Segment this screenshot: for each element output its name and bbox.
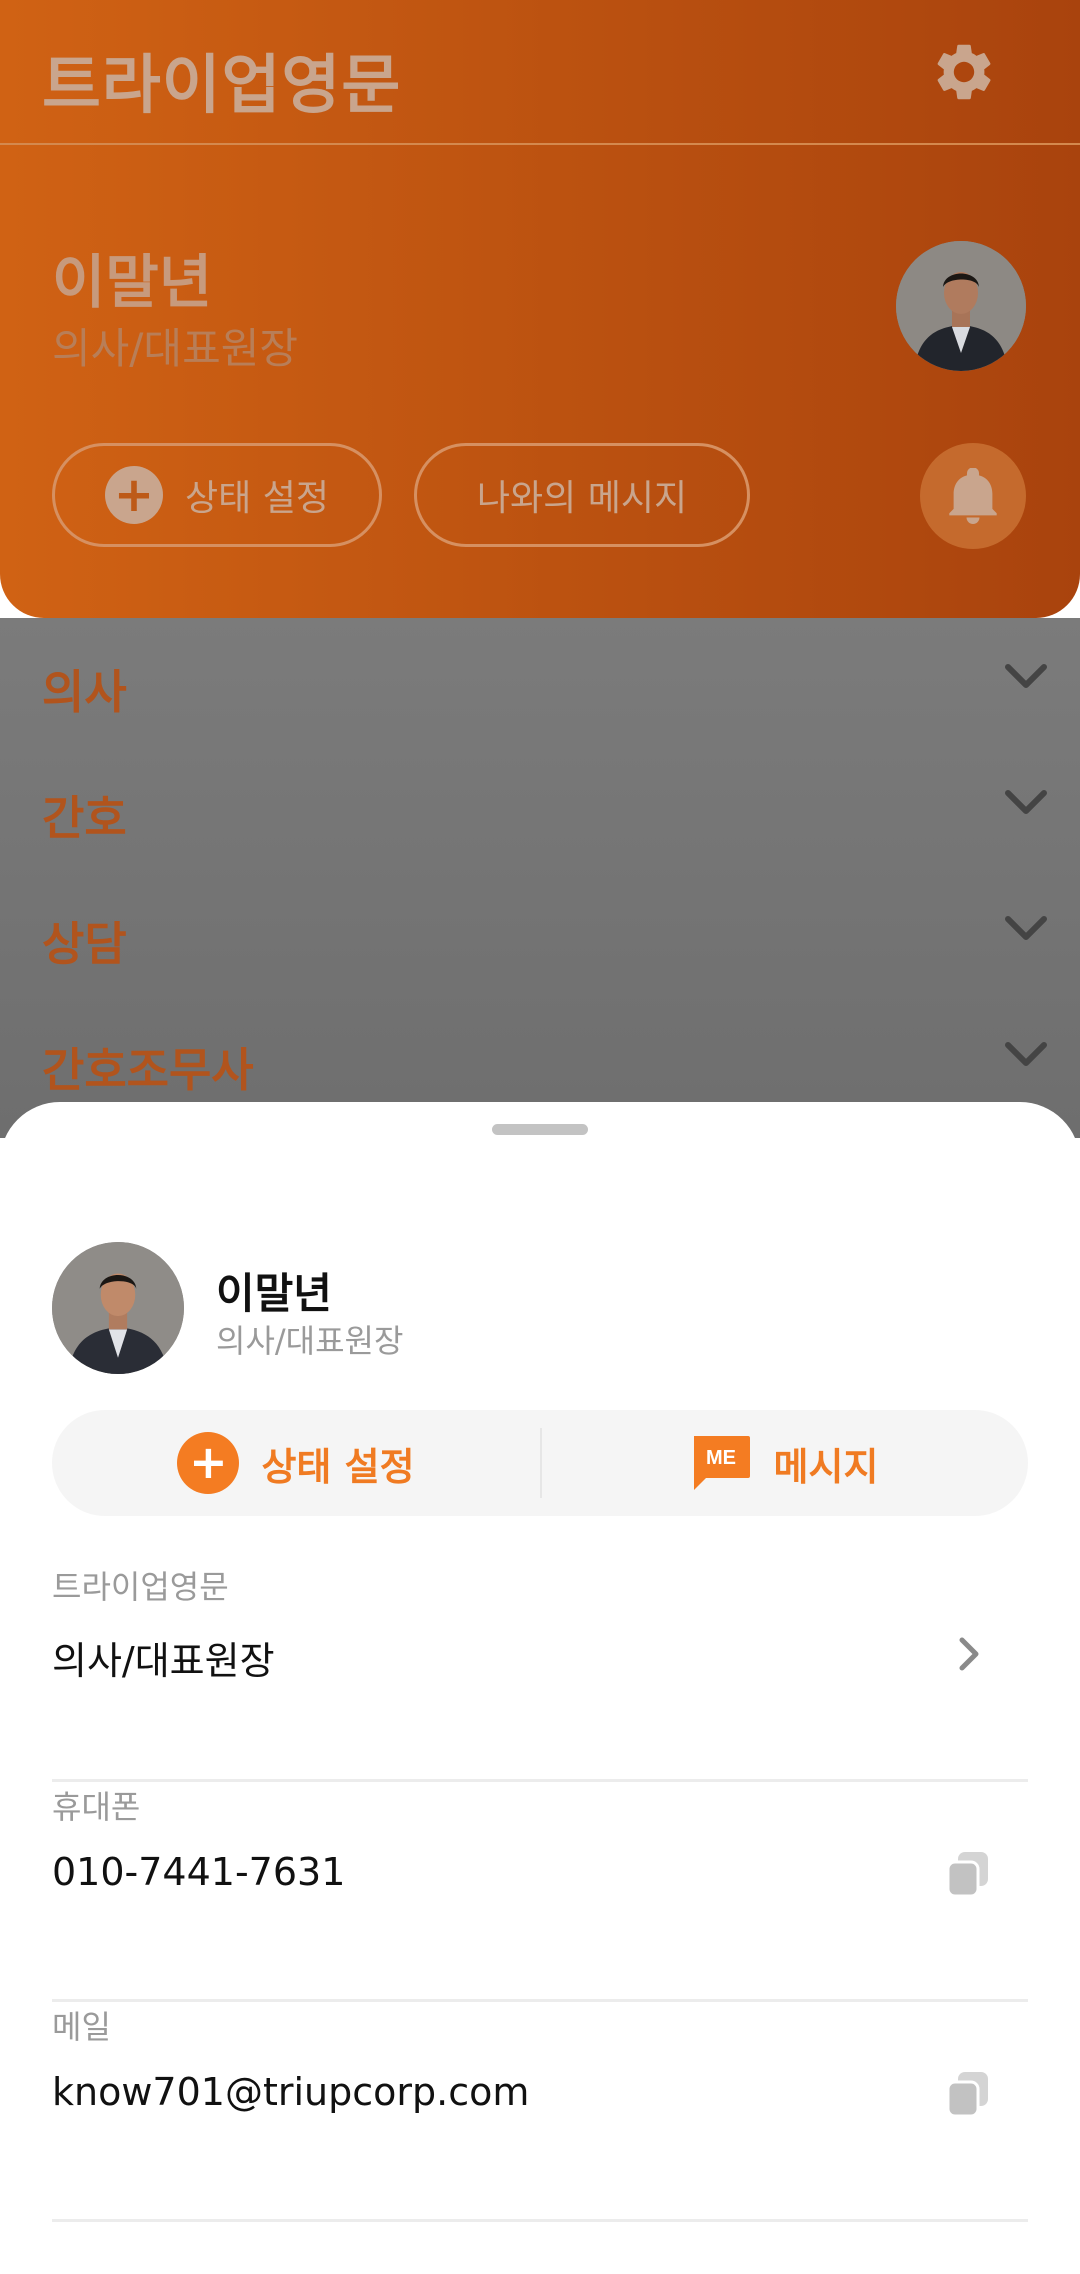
- chevron-down-icon: [1005, 790, 1047, 814]
- group-label: 간호조무사: [42, 1043, 254, 1097]
- sheet-role: 의사/대표원장: [216, 1322, 404, 1360]
- profile-avatar[interactable]: [896, 241, 1026, 371]
- phone-field: 휴대폰 010-7441-7631: [52, 1782, 1028, 2002]
- my-profile-card: 이말년 의사/대표원장 + 상태 설정 나와의 메시지: [0, 145, 1080, 618]
- sheet-action-bar: + 상태 설정 ME 메시지: [52, 1410, 1028, 1516]
- plus-icon: +: [105, 466, 164, 524]
- plus-icon: +: [177, 1432, 240, 1494]
- app-bar: 트라이업영문: [0, 0, 1080, 145]
- me-icon-text: ME: [706, 1447, 736, 1469]
- app-title: 트라이업영문: [42, 49, 402, 123]
- status-setting-button[interactable]: + 상태 설정: [52, 1410, 540, 1516]
- field-label: 메일: [52, 2008, 111, 2046]
- email-field: 메일 know701@triupcorp.com: [52, 2002, 1028, 2222]
- gear-icon[interactable]: [930, 38, 998, 106]
- status-setting-label: 상태 설정: [185, 478, 329, 519]
- group-row[interactable]: 상담: [0, 870, 1080, 996]
- group-label: 상담: [42, 917, 127, 971]
- profile-bottom-sheet: 이말년 의사/대표원장 + 상태 설정 ME 메시지 트라이업영문 의사/대표원…: [0, 1102, 1080, 2274]
- status-setting-label: 상태 설정: [261, 1444, 415, 1489]
- field-label: 휴대폰: [52, 1788, 141, 1826]
- profile-name: 이말년: [52, 248, 213, 316]
- profile-role: 의사/대표원장: [52, 324, 298, 373]
- copy-icon[interactable]: [940, 2066, 996, 2122]
- bell-icon: [949, 468, 997, 524]
- field-value: 의사/대표원장: [52, 1639, 275, 1683]
- chevron-down-icon: [1005, 1042, 1047, 1066]
- sheet-name: 이말년: [216, 1269, 332, 1318]
- my-message-button[interactable]: 나와의 메시지: [414, 443, 750, 547]
- sheet-drag-handle[interactable]: [492, 1124, 588, 1135]
- group-list: 의사 간호 상담 간호조무사: [0, 618, 1080, 1138]
- chevron-down-icon: [1005, 916, 1047, 940]
- copy-icon[interactable]: [940, 1846, 996, 1902]
- sheet-avatar[interactable]: [52, 1242, 184, 1374]
- message-button[interactable]: ME 메시지: [540, 1410, 1028, 1516]
- status-setting-button[interactable]: + 상태 설정: [52, 443, 382, 547]
- organization-field[interactable]: 트라이업영문 의사/대표원장: [52, 1562, 1028, 1782]
- group-label: 의사: [42, 665, 127, 719]
- field-value: 010-7441-7631: [52, 1850, 346, 1894]
- field-label: 트라이업영문: [52, 1568, 229, 1606]
- group-row[interactable]: 간호: [0, 744, 1080, 870]
- group-row[interactable]: 의사: [0, 618, 1080, 744]
- notification-button[interactable]: [920, 443, 1026, 549]
- field-value: know701@triupcorp.com: [52, 2070, 530, 2114]
- me-message-icon: ME: [693, 1436, 750, 1490]
- chevron-right-icon[interactable]: [940, 1626, 996, 1682]
- group-label: 간호: [42, 791, 127, 845]
- chevron-down-icon: [1005, 664, 1047, 688]
- message-label: 메시지: [773, 1444, 879, 1489]
- my-message-label: 나와의 메시지: [476, 478, 688, 519]
